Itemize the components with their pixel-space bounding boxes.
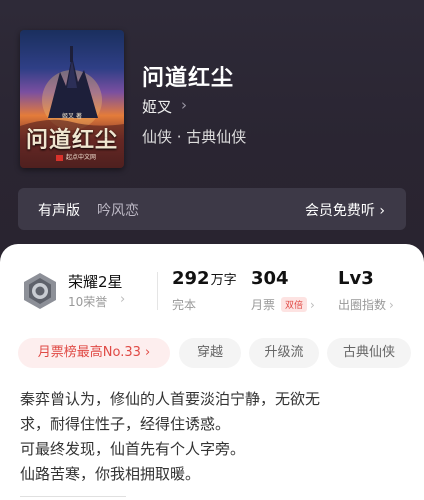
tag-time-travel[interactable]: 穿越	[179, 338, 241, 368]
book-header: 姬叉 著 问道红尘 起点中文网 问道红尘 姬叉 › 仙侠 · 古典仙侠 有声版 …	[0, 0, 424, 262]
audiobook-bar[interactable]: 有声版 吟风恋 会员免费听 ›	[18, 188, 406, 230]
chevron-right-icon: ›	[310, 298, 315, 312]
honor-level[interactable]: 荣耀2星	[68, 271, 123, 292]
book-title: 问道红尘	[142, 66, 235, 91]
next-section-edge	[20, 496, 126, 500]
monthly-ticket-label[interactable]: 月票 双倍 ›	[251, 296, 315, 313]
cover-publisher: 起点中文网	[56, 154, 96, 162]
chevron-right-icon: ›	[389, 298, 394, 312]
book-synopsis[interactable]: 秦弈曾认为，修仙的人首要淡泊宁静，无欲无 求，耐得住性子，经得住诱惑。 可最终发…	[20, 387, 406, 487]
chevron-right-icon[interactable]: ›	[120, 292, 125, 307]
book-cover[interactable]: 姬叉 著 问道红尘 起点中文网	[20, 30, 124, 168]
synopsis-line: 仙路苦寒，你我相拥取暖。	[20, 465, 201, 483]
popularity-level[interactable]: Lv3	[338, 268, 374, 289]
cover-author-line: 姬叉 著	[62, 113, 82, 120]
chevron-right-icon[interactable]: ›	[181, 96, 187, 114]
audiobook-label: 有声版	[38, 203, 80, 219]
tag-classic-xianxia[interactable]: 古典仙侠	[327, 338, 411, 368]
monthly-ticket-text: 月票	[251, 298, 276, 312]
double-badge: 双倍	[281, 297, 308, 312]
cover-title-art: 问道红尘	[25, 127, 118, 153]
word-count-value: 292	[172, 268, 210, 289]
author-link[interactable]: 姬叉	[142, 96, 172, 117]
popularity-index-label[interactable]: 出圈指数 ›	[338, 296, 394, 313]
honor-star-badge-icon[interactable]	[20, 271, 60, 311]
popularity-index-text: 出圈指数	[338, 298, 387, 312]
synopsis-line: 求，耐得住性子，经得住诱惑。	[20, 415, 231, 433]
honor-points[interactable]: 10荣誉	[68, 293, 107, 310]
word-count-unit: 万字	[210, 273, 237, 288]
tag-ticket-rank[interactable]: 月票榜最高No.33 ›	[18, 338, 170, 368]
audiobook-narrator: 吟风恋	[97, 203, 139, 219]
synopsis-line: 秦弈曾认为，修仙的人首要淡泊宁静，无欲无	[20, 390, 321, 408]
word-count: 292万字	[172, 268, 237, 289]
synopsis-line: 可最终发现，仙首先有个人字旁。	[20, 440, 246, 458]
tag-leveling[interactable]: 升级流	[249, 338, 319, 368]
divider	[157, 272, 158, 310]
monthly-ticket-count[interactable]: 304	[251, 268, 289, 289]
completion-status: 完本	[172, 298, 197, 312]
book-genre: 仙侠 · 古典仙侠	[142, 128, 247, 146]
member-free-listen-link[interactable]: 会员免费听 ›	[305, 200, 385, 220]
